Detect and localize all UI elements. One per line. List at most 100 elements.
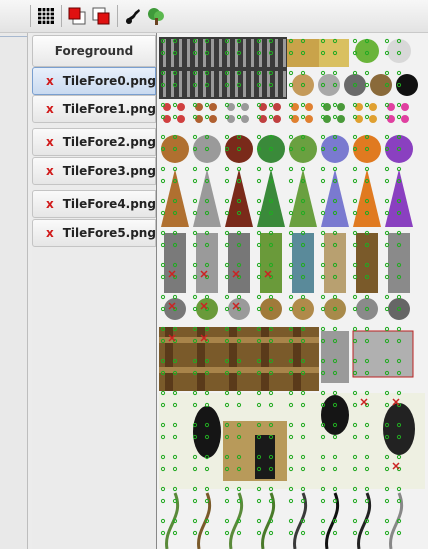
- flower-tile: [305, 103, 313, 111]
- grid-dot: [396, 530, 402, 536]
- item-tile: [260, 298, 282, 320]
- grid-dot: [320, 230, 326, 236]
- flower-tile: [209, 115, 217, 123]
- grid-dot: [288, 498, 294, 504]
- flower-tile: [273, 103, 281, 111]
- tab-label: TileFore2.png: [62, 135, 156, 149]
- bell-tile: [319, 39, 349, 67]
- paint-button[interactable]: [123, 6, 143, 26]
- grid-dot: [396, 114, 402, 120]
- grid-dot: [352, 242, 358, 248]
- foreground-layer-button[interactable]: [67, 6, 87, 26]
- grid-dot: [352, 210, 358, 216]
- close-tab-icon[interactable]: x: [46, 197, 54, 211]
- vine-tile: [229, 492, 244, 549]
- grid-dot: [192, 518, 198, 524]
- flower-tile: [177, 115, 185, 123]
- tab-label: TileFore0.png: [62, 74, 156, 88]
- grid-dot: [332, 326, 338, 332]
- grid-toggle-button[interactable]: [36, 6, 56, 26]
- grid-dot: [224, 242, 230, 248]
- grid-dot: [256, 242, 262, 248]
- grid-dot: [384, 38, 390, 44]
- divider: [0, 36, 27, 37]
- grid-dot: [288, 518, 294, 524]
- grid-dot: [396, 326, 402, 332]
- bush-tile: [289, 135, 317, 163]
- close-tab-icon[interactable]: x: [46, 135, 54, 149]
- grid-dot: [288, 274, 294, 280]
- grid-dot: [288, 530, 294, 536]
- tab-tilefore1[interactable]: x TileFore1.png: [32, 95, 156, 123]
- grid-dot: [396, 294, 402, 300]
- grid-dot: [300, 70, 306, 76]
- grid-dot: [332, 498, 338, 504]
- grid-dot: [172, 114, 178, 120]
- vine-tile: [389, 492, 404, 549]
- grid-dot: [256, 134, 262, 140]
- toolbar-separator: [61, 5, 62, 27]
- grid-dot: [320, 294, 326, 300]
- wood-rail: [159, 367, 319, 373]
- background-layer-button[interactable]: [91, 6, 111, 26]
- tileset-canvas-area[interactable]: [156, 33, 428, 549]
- grid-dot: [320, 306, 326, 312]
- grid-dot: [352, 70, 358, 76]
- grid-dot: [396, 498, 402, 504]
- grid-dot: [352, 114, 358, 120]
- fence-bar: [179, 71, 182, 97]
- grid-dot: [160, 198, 166, 204]
- grid-dot: [288, 210, 294, 216]
- drum-tile: [321, 331, 349, 383]
- grid-dot: [224, 530, 230, 536]
- tall-bush-tile: [353, 169, 381, 227]
- grid-dot: [256, 498, 262, 504]
- tab-foreground-label: Foreground: [54, 44, 134, 58]
- grid-dot: [320, 134, 326, 140]
- grid-dot: [172, 498, 178, 504]
- grid-dot: [352, 294, 358, 300]
- wood-post: [197, 327, 205, 391]
- grid-dot: [352, 326, 358, 332]
- flower-tile: [273, 115, 281, 123]
- tab-tilefore3[interactable]: x TileFore3.png: [32, 157, 156, 185]
- grid-dot: [192, 166, 198, 172]
- grid-dot: [288, 294, 294, 300]
- grid-dot: [320, 166, 326, 172]
- grid-dot: [236, 530, 242, 536]
- grid-dot: [192, 210, 198, 216]
- fence-bar: [187, 71, 190, 97]
- grid-dot: [384, 518, 390, 524]
- tab-tilefore0[interactable]: x TileFore0.png: [32, 67, 156, 95]
- fence-bar: [243, 71, 246, 97]
- grid-dot: [224, 274, 230, 280]
- tall-bush-tile: [161, 169, 189, 227]
- grid-dot: [256, 198, 262, 204]
- close-tab-icon[interactable]: x: [46, 226, 54, 240]
- tab-tilefore5[interactable]: x TileFore5.png: [32, 219, 156, 247]
- grid-dot: [288, 306, 294, 312]
- tree-button[interactable]: [146, 6, 166, 26]
- grid-dot: [288, 166, 294, 172]
- tab-tilefore4[interactable]: x TileFore4.png: [32, 190, 156, 218]
- grid-dot: [332, 70, 338, 76]
- grid-dot: [160, 134, 166, 140]
- flower-tile: [337, 103, 345, 111]
- grid-dot: [256, 210, 262, 216]
- grid-dot: [256, 166, 262, 172]
- grid-dot: [192, 498, 198, 504]
- tileset-image[interactable]: [159, 37, 425, 549]
- close-tab-icon[interactable]: x: [46, 102, 54, 116]
- grid-dot: [192, 178, 198, 184]
- grid-dot: [192, 114, 198, 120]
- bush-tile: [161, 135, 189, 163]
- wood-post: [293, 327, 301, 391]
- tab-tilefore2[interactable]: x TileFore2.png: [32, 128, 156, 156]
- grid-dot: [320, 530, 326, 536]
- tab-foreground[interactable]: Foreground: [32, 35, 156, 67]
- close-tab-icon[interactable]: x: [46, 74, 54, 88]
- signpost-tile: [287, 39, 319, 67]
- grid-dot: [352, 38, 358, 44]
- close-tab-icon[interactable]: x: [46, 164, 54, 178]
- toolbar: [0, 0, 428, 33]
